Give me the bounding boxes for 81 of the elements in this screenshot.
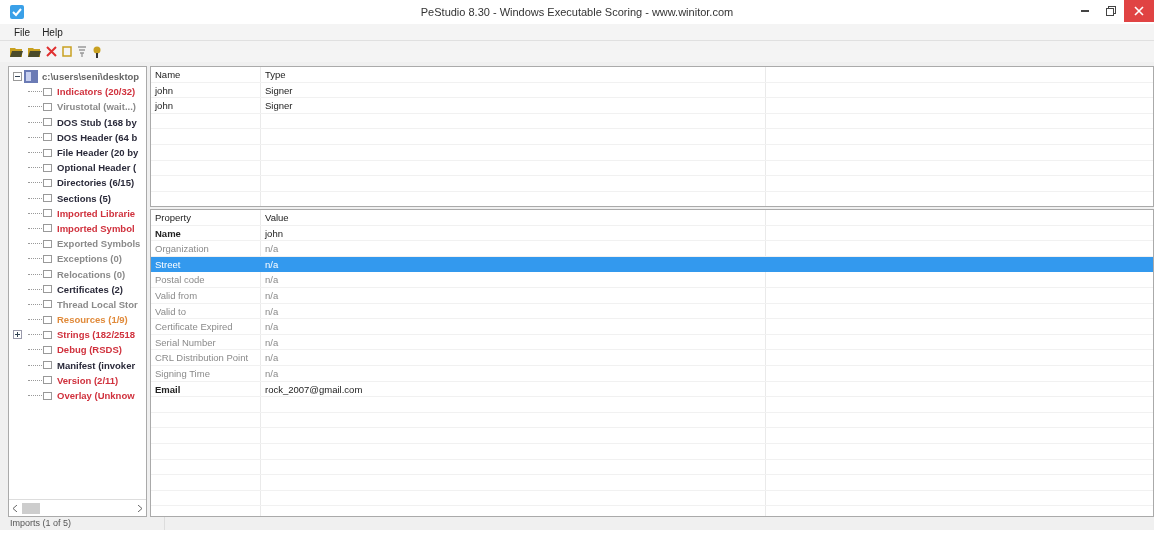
menu-item[interactable]: Help — [42, 24, 63, 40]
table-cell: n/a — [261, 256, 766, 272]
tree-item[interactable]: Sections (5) — [57, 190, 111, 206]
tree-item[interactable]: Overlay (Unknow — [57, 388, 135, 404]
table-cell: Signer — [261, 98, 766, 113]
minimize-icon — [1081, 10, 1089, 12]
tree-item[interactable]: Version (2/11) — [57, 372, 119, 388]
horizontal-scrollbar[interactable] — [9, 499, 146, 516]
table-cell: john — [151, 82, 261, 98]
tree-item[interactable]: Certificates (2) — [57, 281, 123, 297]
table-cell: n/a — [261, 334, 766, 350]
table-cell: n/a — [261, 319, 766, 334]
tree-item[interactable]: Exceptions (0) — [57, 251, 122, 267]
close-button[interactable] — [1124, 0, 1154, 22]
tree-item[interactable]: DOS Stub (168 by — [57, 114, 137, 130]
menu-item[interactable]: File — [14, 24, 31, 40]
scroll-right-icon[interactable] — [137, 504, 142, 512]
tree-item[interactable]: c:\users\seni\desktop — [42, 69, 140, 85]
table-cell: Valid to — [151, 303, 261, 319]
app-icon — [10, 5, 24, 19]
status-text: Imports (1 of 5) — [10, 517, 165, 530]
table-cell: n/a — [261, 350, 766, 365]
close-icon[interactable] — [46, 46, 57, 57]
table-cell: Postal code — [151, 272, 261, 287]
table-cell: Certificate Expired — [151, 319, 261, 334]
table-row[interactable]: Postal code n/a — [151, 272, 1153, 288]
tree-item[interactable]: Exported Symbols — [57, 236, 141, 252]
scrollbar-thumb[interactable] — [22, 502, 40, 514]
tree-item[interactable]: Directories (6/15) — [57, 175, 135, 191]
restore-icon — [1106, 6, 1116, 16]
table-cell: CRL Distribution Point — [151, 350, 261, 365]
table-cell: n/a — [261, 287, 766, 303]
window-title: PeStudio 8.30 - Windows Executable Scoring - www.winitor.com — [420, 4, 734, 20]
column-header[interactable]: Value — [261, 210, 766, 225]
tree-item[interactable]: Imported Librarie — [57, 205, 136, 221]
table-cell: Serial Number — [151, 334, 261, 350]
table-cell: Signer — [261, 82, 766, 98]
tree-item[interactable]: Imported Symbol — [57, 220, 135, 236]
table-row[interactable]: CRL Distribution Point n/a — [151, 350, 1153, 366]
tree-item[interactable]: DOS Header (64 b — [57, 129, 138, 145]
table-cell: Name — [151, 225, 261, 241]
table-row[interactable]: Valid from n/a — [151, 287, 1153, 304]
close-icon — [1134, 6, 1144, 16]
folder-icon[interactable] — [10, 46, 23, 57]
scroll-left-icon[interactable] — [13, 504, 18, 512]
table-row[interactable]: Email rock_2007@gmail.com — [151, 381, 1153, 398]
table-cell: rock_2007@gmail.com — [261, 381, 766, 397]
tree-item[interactable]: Debug (RSDS) — [57, 342, 122, 358]
tree-item[interactable]: Resources (1/9) — [57, 312, 128, 328]
table-cell: n/a — [261, 365, 766, 381]
column-header[interactable]: Name — [151, 67, 261, 82]
tree-item[interactable]: Optional Header ( — [57, 160, 137, 176]
tree-item[interactable]: Relocations (0) — [57, 266, 126, 282]
tree-item[interactable]: File Header (20 by — [57, 145, 139, 161]
table-cell: n/a — [261, 303, 766, 319]
table-cell: n/a — [261, 241, 766, 256]
table-cell: Street — [151, 256, 261, 272]
table-row[interactable]: Name john — [151, 225, 1153, 242]
tree-item[interactable]: Indicators (20/32) — [57, 84, 136, 100]
table-cell: Valid from — [151, 287, 261, 303]
table-cell: Signing Time — [151, 365, 261, 381]
table-row[interactable]: Organization n/a — [151, 241, 1153, 257]
tree-item[interactable]: Manifest (invoker — [57, 357, 136, 373]
tree-item[interactable]: Virustotal (wait...) — [57, 99, 136, 115]
table-row[interactable]: Valid to n/a — [151, 303, 1153, 320]
tree-item[interactable]: Strings (182/2518 — [57, 327, 136, 343]
file-icon[interactable] — [24, 70, 38, 84]
table-row[interactable]: Signing Time n/a — [151, 365, 1153, 382]
column-header[interactable]: Property — [151, 210, 261, 225]
table-row[interactable]: Serial Number n/a — [151, 334, 1153, 351]
table-cell: john — [261, 225, 766, 241]
table-cell: john — [151, 98, 261, 113]
table-cell: Organization — [151, 241, 261, 256]
table-row[interactable]: Certificate Expired n/a — [151, 319, 1153, 335]
table-cell: Email — [151, 381, 261, 397]
table-cell: n/a — [261, 272, 766, 287]
column-header[interactable]: Type — [261, 67, 766, 82]
folder-icon[interactable] — [28, 46, 41, 57]
collapse-toggle-icon[interactable] — [13, 72, 22, 82]
tree-item[interactable]: Thread Local Stor — [57, 296, 138, 312]
expand-toggle-icon[interactable] — [13, 330, 22, 340]
